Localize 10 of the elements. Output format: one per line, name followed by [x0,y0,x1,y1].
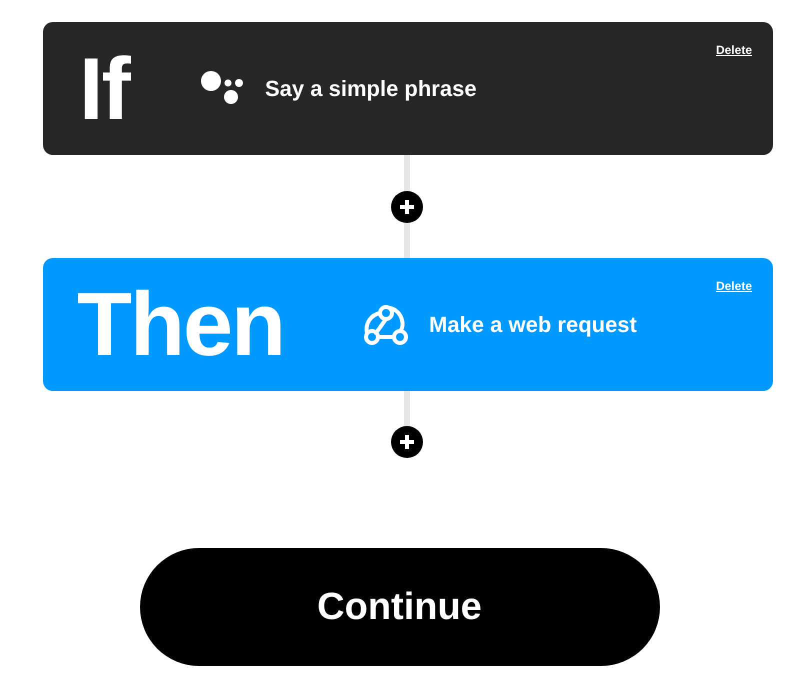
add-step-button[interactable] [391,426,423,458]
plus-icon [398,433,416,451]
add-step-button[interactable] [391,191,423,223]
delete-link[interactable]: Delete [716,41,752,59]
webhook-icon [363,302,409,346]
step-keyword: Then [76,280,285,370]
continue-button[interactable]: Continue [140,548,660,666]
service-label[interactable]: Say a simple phrase [265,72,477,105]
step-keyword: If [78,44,132,132]
plus-icon [398,198,416,216]
